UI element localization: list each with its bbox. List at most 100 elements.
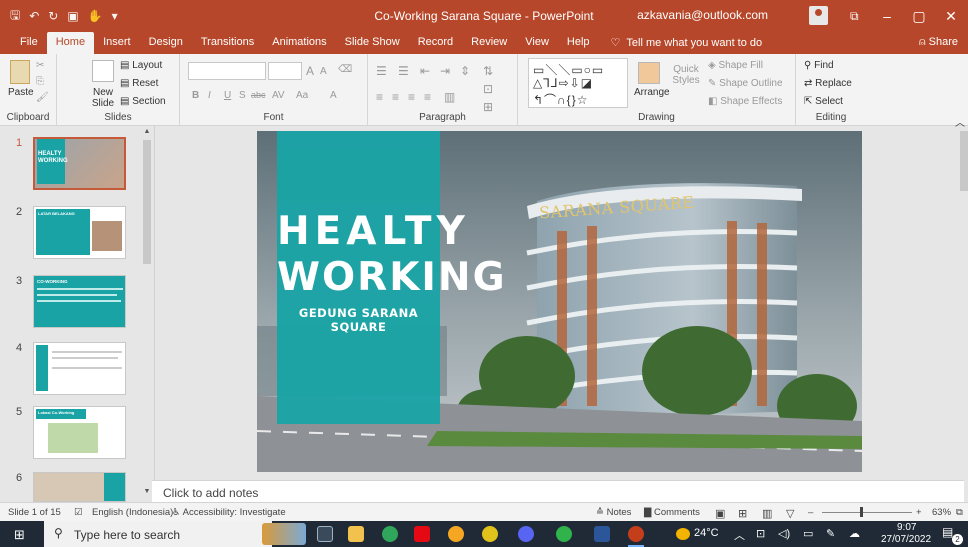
notes-toggle[interactable]: ≙ Notes [596, 507, 631, 518]
slide-thumbnail-1[interactable]: HEALTY WORKING [33, 137, 126, 190]
clock-date[interactable]: 27/07/2022 [881, 534, 931, 545]
avatar[interactable] [809, 6, 828, 25]
language-status[interactable]: English (Indonesia) [92, 507, 173, 518]
new-slide-button[interactable]: New Slide [89, 87, 117, 109]
scroll-thumb[interactable] [960, 131, 968, 191]
word-icon[interactable] [594, 526, 610, 542]
tab-transitions[interactable]: Transitions [192, 32, 263, 54]
zoom-level[interactable]: 63% [932, 507, 951, 518]
touch-mode-icon[interactable]: ✋ [88, 9, 103, 23]
shadow-button[interactable]: S [239, 90, 246, 101]
slide-thumbnail-6[interactable] [33, 472, 126, 502]
slide-title-line-1[interactable]: HEALTY [277, 209, 465, 254]
customize-qat-icon[interactable]: ▾ [112, 9, 118, 23]
select-button[interactable]: ⇱ Select [804, 96, 843, 107]
font-size-combo[interactable] [268, 62, 302, 80]
file-explorer-icon[interactable] [348, 526, 364, 542]
shape-effects-button[interactable]: ◧ Shape Effects [708, 96, 782, 107]
font-family-combo[interactable] [188, 62, 266, 80]
slide-thumbnail-4[interactable] [33, 342, 126, 395]
replace-button[interactable]: ⇄ Replace [804, 78, 852, 89]
paste-button[interactable]: Paste [8, 87, 34, 98]
slide-thumbnail-5[interactable]: Lokasi Co-Working [33, 406, 126, 459]
layout-button[interactable]: ▤ Layout [120, 60, 162, 71]
account-email[interactable]: azkavania@outlook.com [637, 8, 768, 22]
weather-icon[interactable] [676, 528, 690, 540]
underline-button[interactable]: U [224, 90, 231, 101]
comments-toggle[interactable]: ▇ Comments [644, 507, 700, 518]
task-view-icon[interactable] [317, 526, 333, 542]
notes-pane[interactable]: Click to add notes [152, 480, 964, 502]
shrink-font-button[interactable]: A [320, 66, 327, 77]
change-case-button[interactable]: Aa [296, 90, 308, 101]
find-button[interactable]: ⚲ Find [804, 60, 834, 71]
decrease-indent-icon[interactable]: ⇤ [420, 64, 430, 78]
slide-title-line-2[interactable]: WORKING [277, 255, 505, 300]
clear-format-icon[interactable]: ⌫ [338, 64, 352, 75]
slide-thumbnail-3[interactable]: CO-WORKING [33, 275, 126, 328]
reset-button[interactable]: ▤ Reset [120, 78, 158, 89]
tab-record[interactable]: Record [409, 32, 462, 54]
reading-view-icon[interactable]: ▥ [762, 507, 772, 520]
network-icon[interactable]: ⊡ [756, 527, 765, 540]
strikethrough-button[interactable]: abc [251, 90, 266, 100]
shape-fill-button[interactable]: ◈ Shape Fill [708, 60, 763, 71]
slide-thumbnail-2[interactable]: LATAR BELAKANG [33, 206, 126, 259]
cloud-icon[interactable]: ☁ [849, 527, 860, 540]
bold-button[interactable]: B [192, 90, 199, 101]
italic-button[interactable]: I [208, 90, 211, 101]
columns-icon[interactable]: ▥ [444, 90, 455, 104]
align-left-icon[interactable]: ≡ [376, 90, 383, 104]
slide-show-icon[interactable]: ▽ [786, 507, 794, 520]
share-button[interactable]: ⍝ Share [919, 32, 958, 54]
search-highlight-icon[interactable] [262, 523, 306, 545]
restore-icon[interactable]: ▢ [904, 4, 934, 28]
powerpoint-icon[interactable] [628, 526, 644, 542]
ribbon-display-options-icon[interactable]: ⧉ [850, 9, 859, 24]
taskbar-search[interactable]: ⚲ Type here to search [44, 521, 272, 547]
shape-outline-button[interactable]: ✎ Shape Outline [708, 78, 783, 89]
weather-temperature[interactable]: 24°C [694, 527, 719, 539]
copy-icon[interactable]: ⎘ [36, 76, 44, 87]
zoom-out-icon[interactable]: – [808, 507, 813, 518]
netflix-icon[interactable] [414, 526, 430, 542]
save-icon[interactable]: 🖫 [10, 6, 20, 27]
slide-sorter-icon[interactable]: ⊞ [738, 507, 747, 520]
tab-insert[interactable]: Insert [94, 32, 140, 54]
media-player-icon[interactable] [482, 526, 498, 542]
increase-indent-icon[interactable]: ⇥ [440, 64, 450, 78]
zoom-slider[interactable] [822, 512, 912, 513]
scroll-down-icon[interactable]: ▼ [142, 488, 152, 498]
chrome-icon[interactable] [382, 526, 398, 542]
tab-home[interactable]: Home [46, 32, 95, 54]
shapes-gallery[interactable]: ▭＼＼▭○▭ △⅂⅃⇨⇩◪ ↰⌒∩{}☆ [528, 58, 628, 108]
tab-file[interactable]: File [0, 32, 47, 54]
scroll-thumb[interactable] [143, 140, 151, 264]
tab-design[interactable]: Design [140, 32, 192, 54]
zoom-in-icon[interactable]: + [916, 507, 922, 518]
discord-icon[interactable] [518, 526, 534, 542]
slide-scrollbar[interactable] [960, 131, 968, 471]
close-icon[interactable]: ✕ [936, 4, 966, 28]
align-center-icon[interactable]: ≡ [392, 90, 399, 104]
tab-view[interactable]: View [516, 32, 558, 54]
undo-icon[interactable]: ↶ [29, 9, 39, 23]
collapse-ribbon-icon[interactable]: ︿ [955, 114, 965, 129]
paste-icon[interactable] [10, 60, 30, 84]
arrange-button[interactable]: Arrange [634, 87, 670, 98]
redo-icon[interactable]: ↻ [48, 9, 58, 23]
browser-icon[interactable] [448, 526, 464, 542]
font-color-button[interactable]: A [330, 90, 337, 101]
battery-icon[interactable]: ▭ [803, 527, 813, 540]
slide-canvas[interactable]: HEALTY WORKING GEDUNG SARANA SQUARE SARA… [257, 131, 862, 472]
new-slide-icon[interactable] [92, 60, 114, 82]
cut-icon[interactable]: ✂ [36, 60, 44, 71]
slide-subtitle[interactable]: GEDUNG SARANA SQUARE [277, 306, 440, 334]
tab-slide-show[interactable]: Slide Show [336, 32, 409, 54]
present-from-start-icon[interactable]: ▣ [67, 9, 78, 23]
thumbnail-scrollbar[interactable]: ▲ ▼ [142, 128, 152, 500]
line-spacing-icon[interactable]: ⇕ [460, 64, 470, 78]
normal-view-icon[interactable]: ▣ [715, 507, 725, 520]
fit-slide-icon[interactable]: ⧉ [956, 507, 963, 518]
grow-font-button[interactable]: A [306, 64, 314, 78]
